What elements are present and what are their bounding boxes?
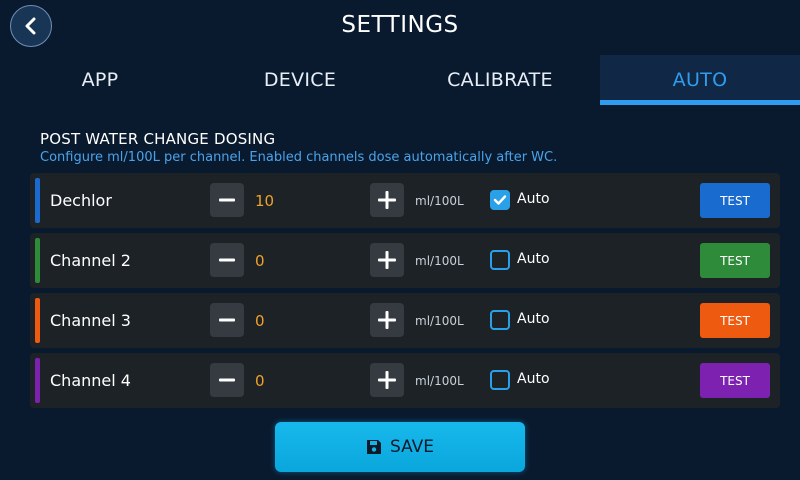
minus-icon [219, 378, 235, 382]
dose-value[interactable]: 10 [255, 192, 274, 210]
channel-color-bar [35, 298, 40, 343]
auto-checkbox[interactable] [490, 190, 510, 210]
auto-label[interactable]: Auto [517, 371, 550, 387]
save-button[interactable]: SAVE [275, 422, 525, 472]
auto-label[interactable]: Auto [517, 251, 550, 267]
unit-label: ml/100L [415, 254, 464, 268]
increment-button[interactable] [370, 243, 404, 277]
auto-checkbox[interactable] [490, 250, 510, 270]
channel-color-bar [35, 358, 40, 403]
auto-checkbox[interactable] [490, 310, 510, 330]
plus-icon [378, 371, 396, 389]
auto-label[interactable]: Auto [517, 311, 550, 327]
tab-bar: APP DEVICE CALIBRATE AUTO [0, 55, 800, 105]
section-subtitle: Configure ml/100L per channel. Enabled c… [40, 150, 558, 165]
plus-icon [378, 191, 396, 209]
section-title: POST WATER CHANGE DOSING [40, 130, 276, 148]
tab-calibrate[interactable]: CALIBRATE [400, 55, 600, 105]
test-button[interactable]: TEST [700, 363, 770, 398]
minus-icon [219, 258, 235, 262]
minus-icon [219, 318, 235, 322]
unit-label: ml/100L [415, 314, 464, 328]
decrement-button[interactable] [210, 303, 244, 337]
channel-color-bar [35, 178, 40, 223]
minus-icon [219, 198, 235, 202]
floppy-disk-icon [366, 440, 381, 454]
dose-value[interactable]: 0 [255, 252, 265, 270]
checkmark-icon [493, 195, 507, 205]
header: SETTINGS [0, 0, 800, 55]
save-label: SAVE [389, 437, 435, 457]
auto-label[interactable]: Auto [517, 191, 550, 207]
increment-button[interactable] [370, 363, 404, 397]
increment-button[interactable] [370, 183, 404, 217]
decrement-button[interactable] [210, 363, 244, 397]
unit-label: ml/100L [415, 194, 464, 208]
channel-name: Channel 2 [50, 251, 131, 270]
auto-checkbox[interactable] [490, 370, 510, 390]
tab-device[interactable]: DEVICE [200, 55, 400, 105]
decrement-button[interactable] [210, 243, 244, 277]
channel-color-bar [35, 238, 40, 283]
channel-row: Channel 3 0 ml/100L Auto TEST [30, 293, 780, 348]
dose-value[interactable]: 0 [255, 312, 265, 330]
test-button[interactable]: TEST [700, 243, 770, 278]
increment-button[interactable] [370, 303, 404, 337]
page-title: SETTINGS [341, 12, 459, 38]
plus-icon [378, 251, 396, 269]
unit-label: ml/100L [415, 374, 464, 388]
channel-name: Channel 4 [50, 371, 131, 390]
channel-name: Dechlor [50, 191, 112, 210]
plus-icon [378, 311, 396, 329]
decrement-button[interactable] [210, 183, 244, 217]
test-button[interactable]: TEST [700, 303, 770, 338]
channel-name: Channel 3 [50, 311, 131, 330]
test-button[interactable]: TEST [700, 183, 770, 218]
channel-row: Dechlor 10 ml/100L Auto TEST [30, 173, 780, 228]
channel-row: Channel 2 0 ml/100L Auto TEST [30, 233, 780, 288]
dose-value[interactable]: 0 [255, 372, 265, 390]
tab-app[interactable]: APP [0, 55, 200, 105]
channel-row: Channel 4 0 ml/100L Auto TEST [30, 353, 780, 408]
tab-auto[interactable]: AUTO [600, 55, 800, 105]
